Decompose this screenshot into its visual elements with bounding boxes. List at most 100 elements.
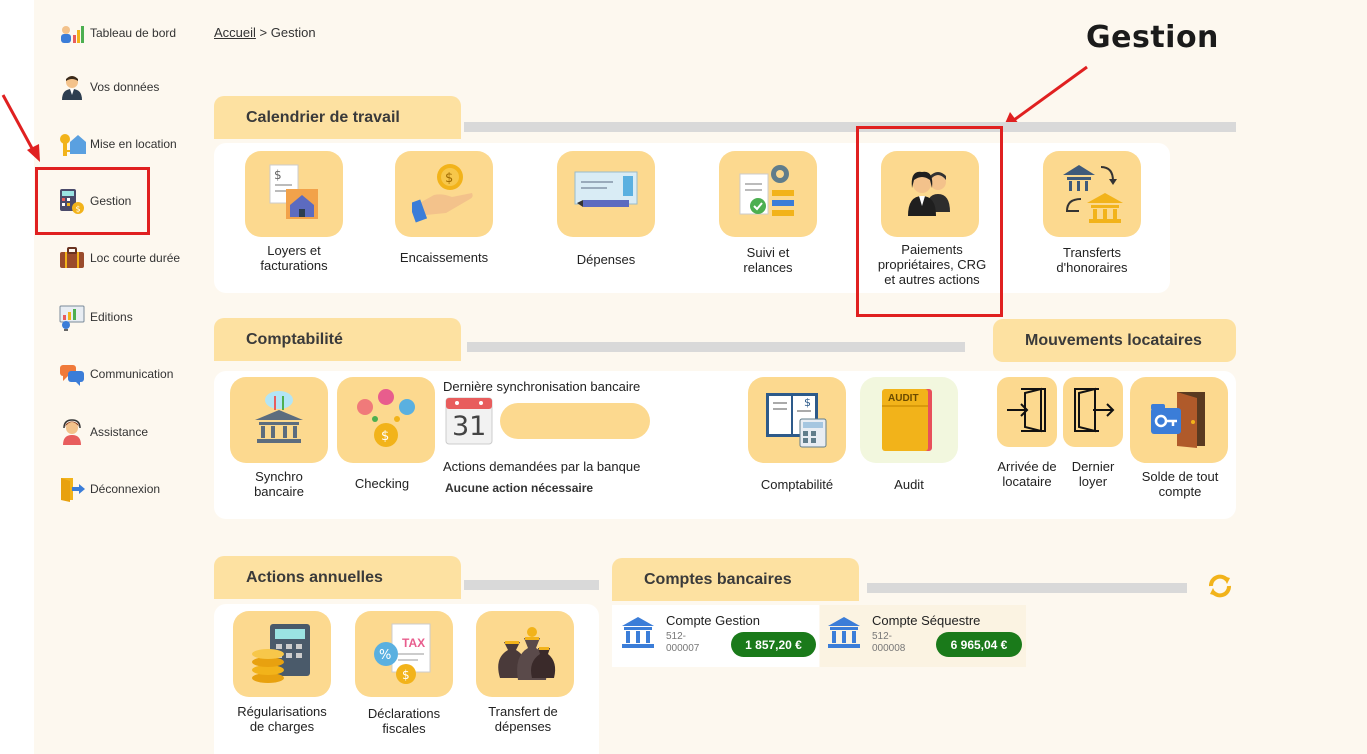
sidebar-item-deconnexion[interactable]: Déconnexion — [58, 475, 160, 503]
sidebar-item-label: Assistance — [90, 425, 149, 439]
support-agent-icon — [58, 418, 86, 446]
chat-icon — [58, 360, 86, 388]
tile-label: Régularisations de charges — [237, 704, 327, 734]
checking-coins-icon: $ — [353, 387, 419, 454]
tile-label: Suivi et relances — [743, 245, 793, 275]
tile-label: Dépenses — [576, 252, 636, 267]
svg-text:$: $ — [381, 429, 389, 444]
tile-label: Transferts d'honoraires — [1056, 245, 1128, 275]
breadcrumb-current: Gestion — [270, 25, 316, 40]
invoice-house-icon: $ — [264, 161, 324, 228]
page-title: Gestion — [1086, 20, 1219, 55]
suitcase-icon — [58, 244, 86, 272]
tile-label: Comptabilité — [760, 477, 834, 492]
section-divider — [467, 342, 965, 352]
sidebar-item-label: Déconnexion — [90, 482, 161, 496]
account-balance: 6 965,04 € — [936, 632, 1022, 657]
sync-date-pill — [500, 403, 650, 439]
tile-regularisations-charges[interactable] — [233, 611, 331, 697]
tile-arrivee-locataire[interactable] — [997, 377, 1057, 447]
svg-text:$: $ — [445, 171, 453, 186]
ledger-icon: $ — [764, 387, 830, 454]
sidebar-item-assistance[interactable]: Assistance — [58, 418, 148, 446]
sidebar-item-editions[interactable]: Editions — [58, 303, 133, 331]
tile-encaissements[interactable]: $ — [395, 151, 493, 237]
calendar-icon: 31 — [445, 397, 493, 445]
user-icon — [58, 73, 86, 101]
key-house-icon — [58, 130, 86, 158]
sidebar-item-tableau-de-bord[interactable]: Tableau de bord — [58, 19, 176, 47]
tile-label: Transfert de dépenses — [488, 704, 558, 734]
sidebar-item-loc-courte-duree[interactable]: Loc courte durée — [58, 244, 180, 272]
bank-icon — [620, 615, 656, 654]
key-door-icon — [1147, 386, 1211, 455]
svg-text:$: $ — [804, 396, 811, 409]
bank-sync-icon — [251, 388, 307, 453]
tile-audit[interactable]: AUDIT — [860, 377, 958, 463]
sidebar-item-label: Communication — [90, 367, 174, 381]
sidebar-item-label: Loc courte durée — [90, 251, 181, 265]
section-divider — [867, 583, 1187, 593]
audit-folder-icon: AUDIT — [878, 385, 940, 455]
sync-title: Dernière synchronisation bancaire — [443, 379, 641, 394]
tile-dernier-loyer[interactable] — [1063, 377, 1123, 447]
sidebar-item-vos-donnees[interactable]: Vos données — [58, 73, 159, 101]
refresh-icon[interactable] — [1206, 572, 1234, 600]
svg-text:%: % — [379, 648, 391, 663]
sidebar-item-label: Mise en location — [90, 137, 177, 151]
tile-transferts-honoraires[interactable] — [1043, 151, 1141, 237]
door-enter-icon — [1003, 385, 1051, 440]
account-balance: 1 857,20 € — [731, 632, 816, 657]
bank-actions-status: Aucune action nécessaire — [445, 481, 594, 495]
sidebar-item-label: Vos données — [90, 80, 160, 94]
svg-text:$: $ — [274, 168, 282, 182]
tile-comptabilite[interactable]: $ — [748, 377, 846, 463]
money-bags-icon — [492, 622, 558, 687]
logout-icon — [58, 475, 86, 503]
highlight-box-sidebar-gestion — [35, 167, 150, 235]
sidebar-item-mise-en-location[interactable]: Mise en location — [58, 130, 177, 158]
calculator-coins-icon — [250, 620, 314, 689]
tax-icon: % $ TAX — [372, 622, 436, 686]
tile-transfert-depenses[interactable] — [476, 611, 574, 697]
tax-badge: TAX — [402, 636, 426, 650]
account-number: 512- 000008 — [872, 631, 906, 654]
sidebar-item-communication[interactable]: Communication — [58, 360, 173, 388]
sidebar-item-label: Editions — [90, 310, 133, 324]
door-exit-icon — [1069, 385, 1117, 440]
account-name: Compte Séquestre — [872, 613, 981, 628]
section-title-comptes: Comptes bancaires — [612, 558, 859, 601]
tile-loyers-facturations[interactable]: $ — [245, 151, 343, 237]
tile-suivi-relances[interactable] — [719, 151, 817, 237]
account-number: 512- 000007 — [666, 631, 700, 654]
tile-depenses[interactable] — [557, 151, 655, 237]
bank-actions-title: Actions demandées par la banque — [443, 459, 641, 474]
tile-declarations-fiscales[interactable]: % $ TAX — [355, 611, 453, 697]
section-title-annuelles: Actions annuelles — [214, 556, 461, 599]
breadcrumb-separator: > — [259, 25, 268, 40]
sidebar-item-label: Tableau de bord — [90, 26, 177, 40]
tile-label: Encaissements — [399, 250, 489, 265]
account-name: Compte Gestion — [666, 613, 760, 628]
cheque-icon — [573, 168, 639, 221]
section-divider — [464, 122, 1236, 132]
bank-account-card-sequestre[interactable]: Compte Séquestre 512- 000008 6 965,04 € — [820, 605, 1026, 667]
breadcrumb: Accueil > Gestion — [214, 25, 316, 40]
bank-account-card-gestion[interactable]: Compte Gestion 512- 000007 1 857,20 € — [612, 605, 819, 667]
dashboard-icon — [58, 19, 86, 47]
tile-synchro-bancaire[interactable] — [230, 377, 328, 463]
section-title-calendrier: Calendrier de travail — [214, 96, 461, 139]
audit-badge: AUDIT — [888, 393, 919, 404]
tile-checking[interactable]: $ — [337, 377, 435, 463]
report-icon — [58, 303, 86, 331]
bank-transfer-icon — [1059, 159, 1125, 230]
coin-hand-icon: $ — [408, 161, 476, 228]
tile-label: Loyers et facturations — [260, 243, 328, 273]
red-arrow-icon — [1, 94, 40, 162]
calendar-day: 31 — [452, 411, 487, 442]
bank-icon — [826, 615, 862, 654]
tile-label: Audit — [894, 477, 924, 492]
section-divider — [464, 580, 599, 590]
tile-solde-tout-compte[interactable] — [1130, 377, 1228, 463]
breadcrumb-home-link[interactable]: Accueil — [214, 25, 256, 40]
